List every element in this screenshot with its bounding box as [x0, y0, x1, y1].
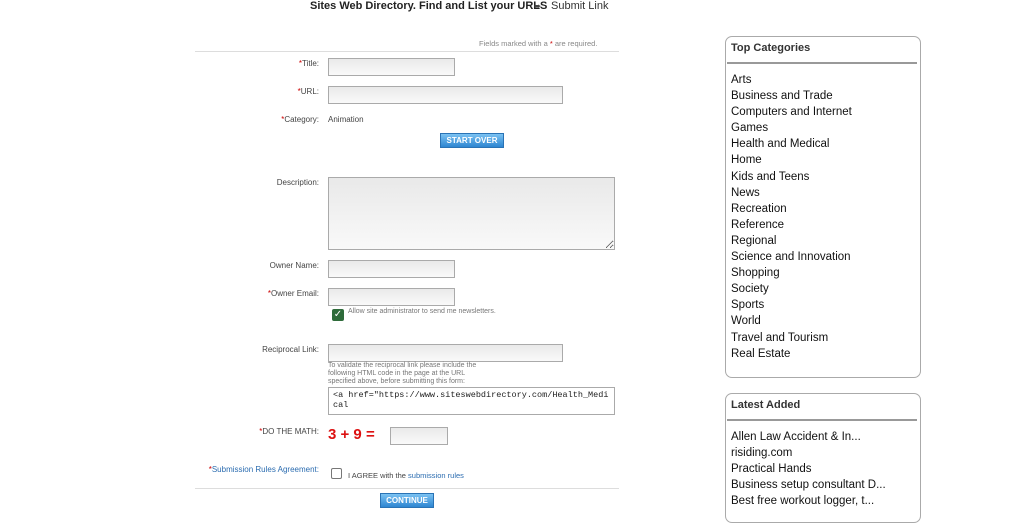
- continue-button[interactable]: CONTINUE: [380, 493, 434, 508]
- latest-link[interactable]: Business setup consultant D...: [731, 477, 886, 493]
- category-link-kids[interactable]: Kids and Teens: [731, 169, 852, 185]
- owner-email-input[interactable]: [328, 288, 455, 306]
- category-link-real-estate[interactable]: Real Estate: [731, 346, 852, 362]
- required-note: Fields marked with a * are required.: [479, 39, 598, 48]
- category-link-news[interactable]: News: [731, 185, 852, 201]
- category-link-shopping[interactable]: Shopping: [731, 265, 852, 281]
- reciprocal-label: Reciprocal Link:: [262, 345, 319, 354]
- category-link-home[interactable]: Home: [731, 152, 852, 168]
- owner-name-label: Owner Name:: [269, 261, 319, 270]
- form-bottom-divider: [195, 488, 619, 489]
- category-link-reference[interactable]: Reference: [731, 217, 852, 233]
- submit-link-icon[interactable]: ➨: [534, 1, 542, 12]
- math-expression: 3 + 9 =: [328, 426, 375, 443]
- latest-link[interactable]: risiding.com: [731, 445, 886, 461]
- owner-email-label: *Owner Email:: [267, 289, 319, 298]
- newsletter-checkbox[interactable]: ✓: [332, 309, 344, 321]
- category-link-computers[interactable]: Computers and Internet: [731, 104, 852, 120]
- description-label: Description:: [276, 178, 319, 187]
- submission-rules-link[interactable]: submission rules: [408, 471, 464, 480]
- category-link-health[interactable]: Health and Medical: [731, 136, 852, 152]
- category-label: *Category:: [281, 115, 319, 124]
- latest-link[interactable]: Practical Hands: [731, 461, 886, 477]
- category-link-society[interactable]: Society: [731, 281, 852, 297]
- category-link-recreation[interactable]: Recreation: [731, 201, 852, 217]
- newsletter-label: Allow site administrator to send me news…: [348, 308, 496, 315]
- category-link-travel[interactable]: Travel and Tourism: [731, 330, 852, 346]
- latest-link[interactable]: Best free workout logger, t...: [731, 493, 886, 509]
- agree-text: I AGREE with the submission rules: [348, 471, 464, 480]
- rules-label[interactable]: *Submission Rules Agreement:: [195, 465, 319, 474]
- owner-name-input[interactable]: [328, 260, 455, 278]
- reciprocal-input[interactable]: [328, 344, 563, 362]
- latest-link[interactable]: Allen Law Accident & In...: [731, 429, 886, 445]
- site-title: Sites Web Directory. Find and List your …: [310, 0, 548, 12]
- submit-link[interactable]: Submit Link: [551, 0, 608, 12]
- title-label: *Title:: [298, 59, 319, 68]
- latest-added-divider: [727, 419, 917, 421]
- math-label: *DO THE MATH:: [259, 427, 319, 436]
- agree-checkbox[interactable]: [331, 468, 342, 479]
- category-link-arts[interactable]: Arts: [731, 72, 852, 88]
- reciprocal-code-textarea[interactable]: <a href="https://www.siteswebdirectory.c…: [328, 387, 615, 415]
- start-over-button[interactable]: START OVER: [440, 133, 504, 148]
- category-link-world[interactable]: World: [731, 313, 852, 329]
- category-link-regional[interactable]: Regional: [731, 233, 852, 249]
- latest-added-title: Latest Added: [731, 399, 801, 411]
- math-answer-input[interactable]: [390, 427, 448, 445]
- category-link-sports[interactable]: Sports: [731, 297, 852, 313]
- top-categories-list: Arts Business and Trade Computers and In…: [731, 72, 852, 362]
- reciprocal-help: To validate the reciprocal link please i…: [328, 362, 477, 385]
- category-value: Animation: [328, 115, 364, 124]
- description-textarea[interactable]: [328, 177, 615, 250]
- url-label: *URL:: [297, 87, 319, 96]
- top-categories-divider: [727, 62, 917, 64]
- category-link-games[interactable]: Games: [731, 120, 852, 136]
- latest-added-list: Allen Law Accident & In... risiding.com …: [731, 429, 886, 509]
- title-input[interactable]: [328, 58, 455, 76]
- url-input[interactable]: [328, 86, 563, 104]
- category-link-science[interactable]: Science and Innovation: [731, 249, 852, 265]
- form-top-divider: [195, 51, 619, 52]
- category-link-business[interactable]: Business and Trade: [731, 88, 852, 104]
- top-categories-title: Top Categories: [731, 42, 811, 54]
